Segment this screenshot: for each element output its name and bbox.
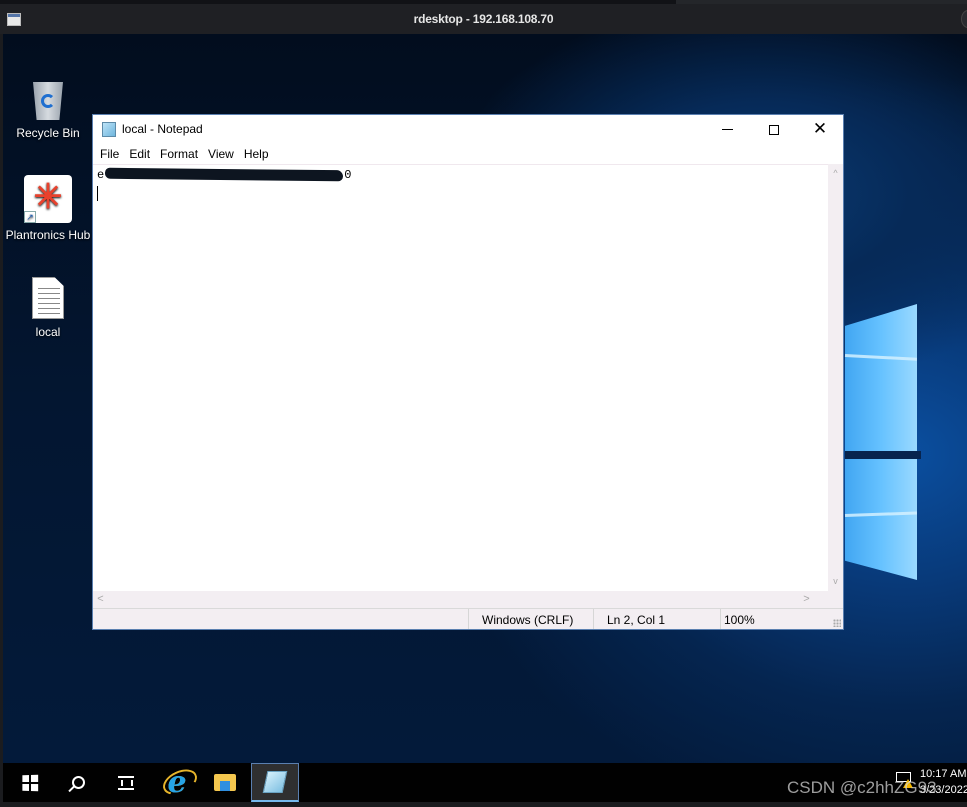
plantronics-hub-icon: ✳ ↗ xyxy=(24,175,72,223)
windows-start-icon xyxy=(22,774,39,791)
system-tray: 10:17 AM 3/23/2022 xyxy=(893,763,967,802)
file-explorer-button[interactable] xyxy=(201,763,249,802)
menu-file[interactable]: File xyxy=(99,144,125,164)
desktop-icon-label: Recycle Bin xyxy=(16,126,80,140)
scroll-down-icon[interactable]: v xyxy=(828,574,843,589)
close-button[interactable]: ✕ xyxy=(797,115,843,144)
scrollbar-corner xyxy=(828,591,843,608)
desktop-icon-label: local xyxy=(35,325,61,339)
task-view-button[interactable] xyxy=(102,763,150,802)
text-line-1: e0 xyxy=(97,168,351,182)
menu-view[interactable]: View xyxy=(207,144,240,164)
search-icon xyxy=(71,776,85,789)
scroll-left-icon[interactable]: < xyxy=(93,591,108,608)
notepad-title: local - Notepad xyxy=(122,122,203,136)
notepad-window: local - Notepad ✕ File Edit Format View … xyxy=(92,114,844,630)
scroll-up-icon[interactable]: ^ xyxy=(828,166,843,181)
desktop-icon-plantronics-hub[interactable]: ✳ ↗ Plantronics Hub xyxy=(5,175,91,243)
scroll-right-icon[interactable]: > xyxy=(799,591,814,608)
notepad-taskbar-button[interactable] xyxy=(251,763,299,802)
text-suffix: 0 xyxy=(344,168,352,182)
minimize-icon xyxy=(721,129,733,130)
clock-date[interactable]: 3/23/2022 xyxy=(920,784,967,796)
host-bottom-border xyxy=(0,802,967,807)
horizontal-scrollbar[interactable]: < > xyxy=(93,591,828,608)
desktop-icon-recycle-bin[interactable]: Recycle Bin xyxy=(5,78,91,141)
status-cursor-position: Ln 2, Col 1 xyxy=(593,609,720,629)
maximize-icon xyxy=(769,124,779,135)
rdesktop-title: rdesktop - 192.168.108.70 xyxy=(413,12,554,26)
menu-bar: File Edit Format View Help xyxy=(93,144,843,164)
windows-wallpaper-logo xyxy=(844,294,967,614)
maximize-button[interactable] xyxy=(751,115,797,144)
notepad-titlebar[interactable]: local - Notepad ✕ xyxy=(93,115,843,144)
task-view-icon xyxy=(118,775,134,790)
screen: rdesktop - 192.168.108.70 Recycle Bin ✳ … xyxy=(0,0,967,807)
recycle-bin-icon xyxy=(29,78,67,120)
resize-grip-icon[interactable] xyxy=(833,619,841,627)
vertical-scrollbar[interactable]: ^ v xyxy=(828,164,843,591)
close-icon: ✕ xyxy=(812,119,828,139)
warning-icon xyxy=(903,779,913,788)
internet-explorer-button[interactable]: e xyxy=(153,763,201,802)
taskbar: e 10:17 AM 3/23/2022 xyxy=(3,763,967,802)
menu-help[interactable]: Help xyxy=(243,144,275,164)
desktop-icon-label: Plantronics Hub xyxy=(5,228,91,242)
wallpaper-pane-top xyxy=(845,304,917,460)
shortcut-arrow-icon: ↗ xyxy=(24,211,36,223)
rdesktop-titlebar[interactable]: rdesktop - 192.168.108.70 xyxy=(0,4,967,34)
text-cursor xyxy=(97,186,98,201)
wallpaper-gap xyxy=(845,451,921,459)
start-button[interactable] xyxy=(6,763,54,802)
status-bar: Windows (CRLF) Ln 2, Col 1 100% xyxy=(93,608,843,629)
file-explorer-icon xyxy=(214,774,236,791)
status-line-ending: Windows (CRLF) xyxy=(468,609,593,629)
menu-format[interactable]: Format xyxy=(159,144,204,164)
wallpaper-pane-bottom xyxy=(845,460,917,580)
clock-time[interactable]: 10:17 AM xyxy=(920,768,966,780)
minimize-button[interactable] xyxy=(704,115,750,144)
text-file-icon xyxy=(32,277,64,319)
notepad-icon xyxy=(102,122,116,137)
text-prefix: e xyxy=(97,168,105,182)
desktop-icon-local[interactable]: local xyxy=(5,277,91,340)
status-zoom: 100% xyxy=(720,609,830,629)
text-editor-area[interactable]: e0 xyxy=(93,164,828,591)
notepad-icon xyxy=(262,771,288,793)
redaction-mark xyxy=(105,168,344,182)
internet-explorer-icon: e xyxy=(167,765,187,800)
menu-edit[interactable]: Edit xyxy=(128,144,156,164)
search-button[interactable] xyxy=(54,763,102,802)
